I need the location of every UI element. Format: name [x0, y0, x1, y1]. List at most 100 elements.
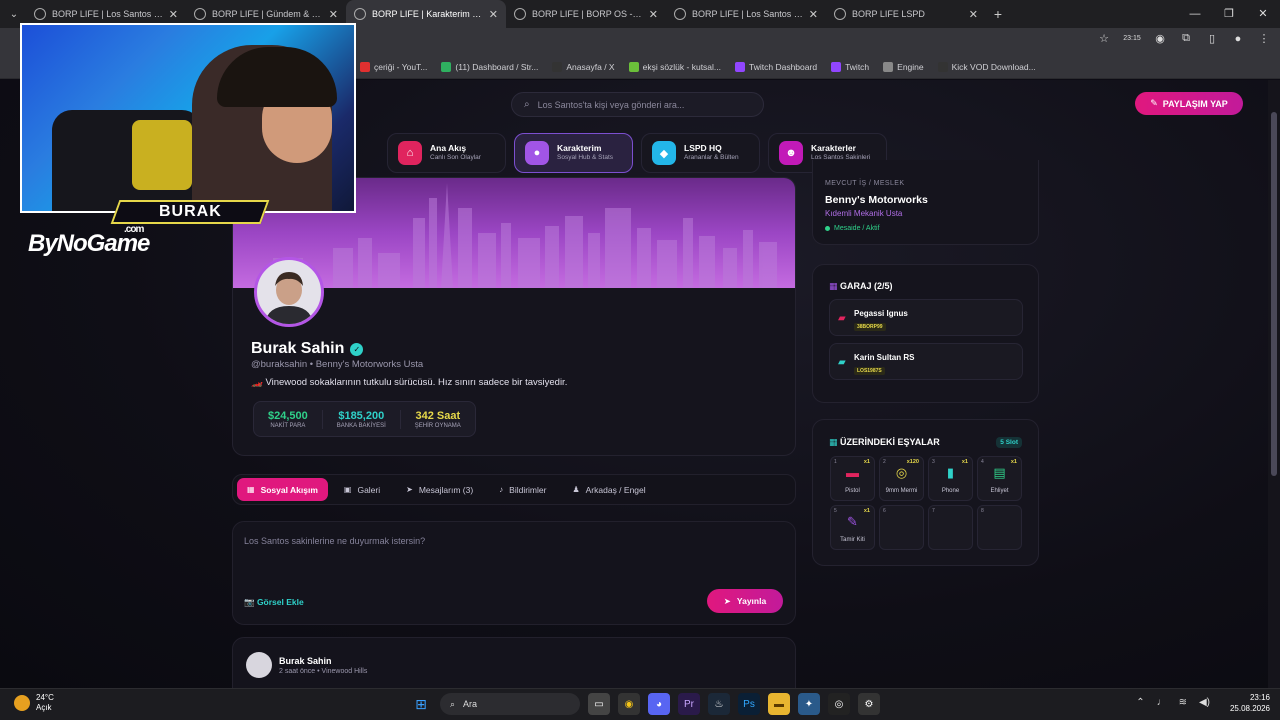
garage-car[interactable]: ▰ Pegassi Ignus 38BORP99 [829, 299, 1023, 336]
nav-tab[interactable]: ⌂ Ana Akış Canlı Son Olaylar [387, 133, 506, 173]
file-explorer-icon[interactable]: ▬ [768, 693, 790, 715]
extensions-icon[interactable]: ⧉ [1178, 32, 1194, 45]
browser-tab[interactable]: BORP LIFE | BORP OS - Şehir Re ✕ [506, 0, 666, 28]
tab-close-icon[interactable]: ✕ [649, 8, 658, 21]
send-icon: ➤ [723, 595, 731, 606]
taskbar-search-label: Ara [463, 699, 478, 709]
browser-tab[interactable]: BORP LIFE | Los Santos Sakinleri ✕ [666, 0, 826, 28]
profile-bio: 🏎️ Vinewood sokaklarının tutkulu sürücüs… [251, 377, 568, 388]
browser-tab[interactable]: BORP LIFE LSPD ✕ [826, 0, 986, 28]
add-image-button[interactable]: 📷 Görsel Ekle [244, 597, 304, 608]
more-menu-icon[interactable]: ⋮ [1256, 32, 1272, 45]
tab-favicon-icon [834, 8, 846, 20]
job-card: MEVCUT İŞ / MESLEK Benny's Motorworks Kı… [812, 160, 1039, 245]
tab-close-icon[interactable]: ✕ [969, 8, 978, 21]
task-view-icon[interactable]: ▭ [588, 693, 610, 715]
bookmark-item[interactable]: Twitch Dashboard [735, 61, 818, 72]
profile-avatar[interactable] [254, 257, 324, 327]
scrollbar-thumb[interactable] [1271, 112, 1277, 476]
feed-tab-icon: ➤ [406, 485, 413, 494]
bookmark-star-icon[interactable]: ☆ [1096, 32, 1112, 45]
bookmark-item[interactable]: Anasayfa / X [552, 61, 615, 72]
browser-tab[interactable]: BORP LIFE | Karakterim & Sosya ✕ [346, 0, 506, 28]
bookmark-item[interactable]: Engine [883, 61, 924, 72]
discord-icon[interactable]: ◕ [648, 693, 670, 715]
inventory-slot[interactable]: 8 [977, 505, 1022, 550]
garage-title-text: GARAJ (2/5) [840, 281, 893, 291]
inventory-slot[interactable]: 7 [928, 505, 973, 550]
page-scrollbar[interactable] [1268, 80, 1280, 688]
tab-close-icon[interactable]: ✕ [329, 8, 338, 21]
tray-chevron-icon[interactable]: ⌃ [1136, 697, 1144, 708]
chair-accent [132, 120, 192, 190]
bookmark-label: ekşi sözlük - kutsal... [642, 61, 722, 72]
chrome-icon[interactable]: ◉ [1152, 32, 1168, 45]
feed-tab[interactable]: ➤ Mesajlarım (3) [396, 478, 483, 501]
minimize-icon[interactable]: — [1178, 0, 1212, 28]
feed-tab-label: Galeri [357, 484, 381, 495]
publish-button[interactable]: ➤ Yayınla [707, 589, 783, 613]
feed-tab[interactable]: ▣ Galeri [334, 478, 390, 501]
settings-icon[interactable]: ⚙ [858, 693, 880, 715]
item-icon: ◎ [895, 465, 908, 480]
bookmark-item[interactable]: (11) Dashboard / Str... [441, 61, 538, 72]
microphone-icon[interactable]: ♩ [1157, 697, 1167, 708]
bookmark-label: Twitch Dashboard [749, 61, 818, 72]
inventory-slot[interactable]: 2 x120 ◎ 9mm Mermi [879, 456, 924, 501]
bookmark-item[interactable]: Twitch [831, 61, 869, 72]
split-icon[interactable]: ▯ [1204, 32, 1220, 45]
streamer-name-plate: BURAK [110, 200, 270, 224]
photoshop-icon[interactable]: Ps [738, 693, 760, 715]
post-author-name[interactable]: Burak Sahin [279, 656, 332, 666]
search-bar[interactable]: ⌕ Los Santos'ta kişi veya gönderi ara... [511, 92, 764, 117]
nav-tab-subtitle: Sosyal Hub & Stats [557, 153, 613, 161]
tab-close-icon[interactable]: ✕ [489, 8, 498, 21]
bookmark-item[interactable]: Kick VOD Download... [937, 61, 1036, 72]
wifi-icon[interactable]: ≋ [1179, 697, 1187, 708]
bookmark-item[interactable]: çeriği - YouT... [360, 61, 427, 72]
app-icon[interactable]: ✦ [798, 693, 820, 715]
inventory-slot[interactable]: 5 x1 ✎ Tamir Kiti [830, 505, 875, 550]
item-label: Ehliyet [990, 488, 1009, 494]
nav-tab[interactable]: ◆ LSPD HQ Arananlar & Bülten [641, 133, 760, 173]
inventory-title-text: ÜZERİNDEKİ EŞYALAR [840, 437, 940, 447]
windows-start-icon[interactable]: ⊞ [410, 693, 432, 715]
obs-icon[interactable]: ◎ [828, 693, 850, 715]
post-author-avatar[interactable] [246, 652, 272, 678]
maximize-icon[interactable]: ❐ [1212, 0, 1246, 28]
weather-condition: Açık [36, 702, 52, 712]
close-window-icon[interactable]: ✕ [1246, 0, 1280, 28]
taskbar-search[interactable]: ⌕ Ara [440, 693, 580, 715]
new-tab-icon[interactable]: + [986, 6, 1010, 22]
feed-tab[interactable]: ▦ Sosyal Akışım [237, 478, 328, 501]
share-post-button[interactable]: ✎ PAYLAŞIM YAP [1135, 92, 1243, 115]
profile-avatar-icon[interactable]: ● [1230, 33, 1246, 45]
taskbar-search-icon: ⌕ [450, 698, 456, 709]
stat-label: NAKİT PARA [270, 422, 306, 429]
weather-widget[interactable]: 24°C Açık [14, 693, 54, 712]
garage-card: ▦ GARAJ (2/5) ▰ Pegassi Ignus 38BORP99 ▰ Kar… [812, 264, 1039, 403]
inventory-slot[interactable]: 1 x1 ▬ Pistol [830, 456, 875, 501]
chrome-taskbar-icon[interactable]: ◉ [618, 693, 640, 715]
taskbar-clock[interactable]: 23:16 25.08.2026 [1230, 693, 1270, 715]
composer-input[interactable]: Los Santos sakinlerine ne duyurmak ister… [244, 536, 425, 546]
feed-tab-label: Mesajlarım (3) [418, 484, 474, 495]
tab-close-icon[interactable]: ✕ [809, 8, 818, 21]
bookmark-item[interactable]: ekşi sözlük - kutsal... [628, 61, 722, 72]
profile-card: Burak Sahin ✓ @buraksahin • Benny's Moto… [232, 177, 796, 456]
bookmark-label: Kick VOD Download... [951, 61, 1036, 72]
steam-icon[interactable]: ♨ [708, 693, 730, 715]
inventory-slot[interactable]: 4 x1 ▤ Ehliyet [977, 456, 1022, 501]
volume-icon[interactable]: ◀) [1199, 697, 1210, 708]
tab-close-icon[interactable]: ✕ [169, 8, 178, 21]
nav-tab[interactable]: ● Karakterim Sosyal Hub & Stats [514, 133, 633, 173]
inventory-slot[interactable]: 3 x1 ▮ Phone [928, 456, 973, 501]
feed-tab[interactable]: ♟ Arkadaş / Engel [562, 478, 655, 501]
tab-favicon-icon [34, 8, 46, 20]
garage-icon: ▦ [829, 281, 838, 291]
garage-car[interactable]: ▰ Karin Sultan RS LOS1987S [829, 343, 1023, 380]
feed-tab[interactable]: ♪ Bildirimler [489, 478, 556, 501]
inventory-slot[interactable]: 6 [879, 505, 924, 550]
premiere-icon[interactable]: Pr [678, 693, 700, 715]
feed-post: Burak Sahin 2 saat önce • Vinewood Hills [232, 637, 796, 688]
